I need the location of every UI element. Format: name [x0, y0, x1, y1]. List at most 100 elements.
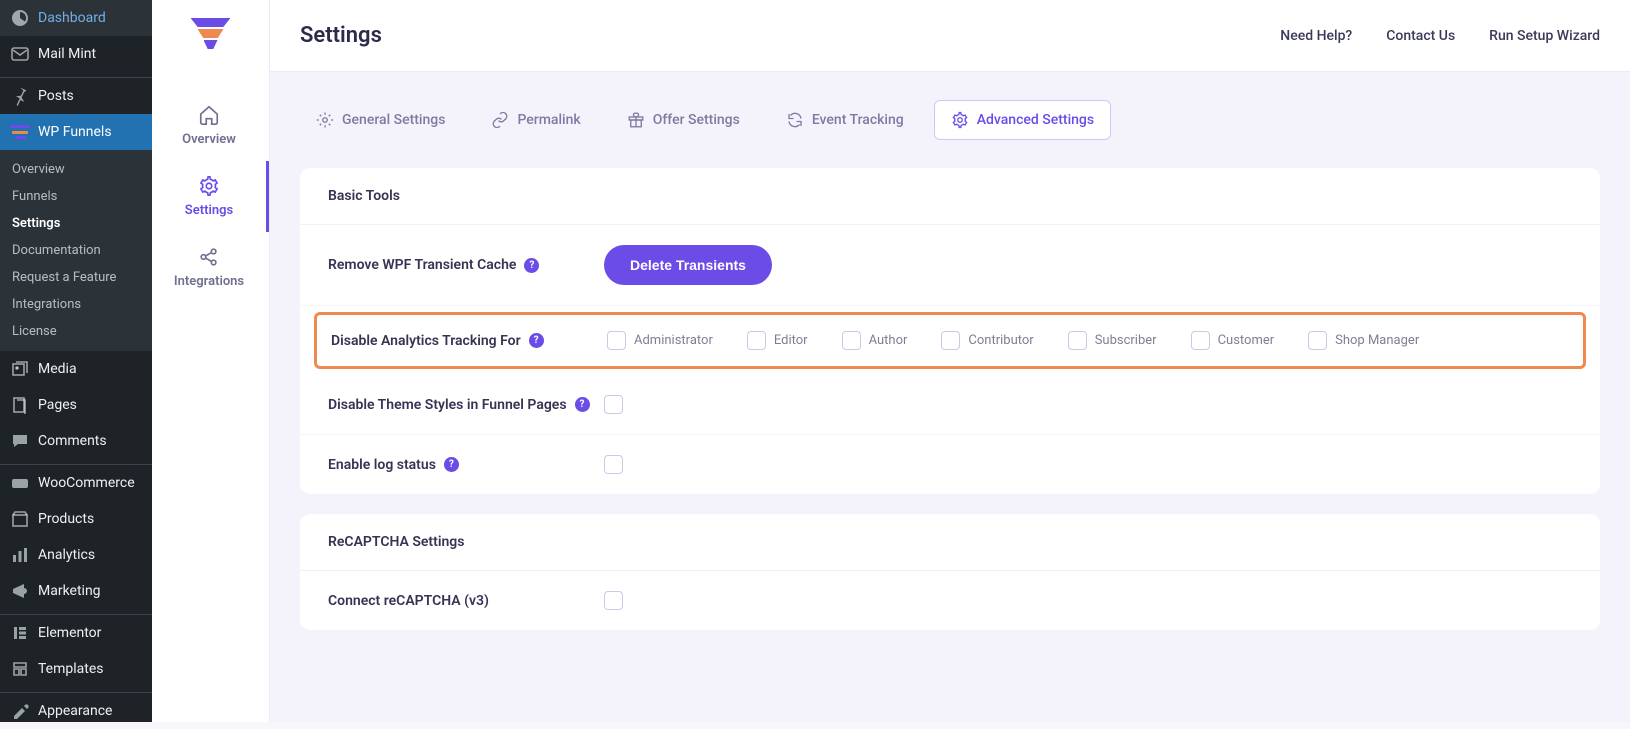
wp-menu-label: Dashboard — [38, 10, 106, 26]
role-checkbox-group: Administrator Editor Author Contributor … — [607, 331, 1419, 350]
wpf-nav-label: Settings — [185, 203, 233, 218]
wp-menu-dashboard[interactable]: Dashboard — [0, 0, 152, 36]
tab-general-settings[interactable]: General Settings — [300, 100, 461, 140]
submenu-settings[interactable]: Settings — [0, 210, 152, 237]
role-label: Administrator — [634, 333, 713, 348]
wp-menu-elementor[interactable]: Elementor — [0, 615, 152, 651]
wp-menu-label: Templates — [38, 661, 104, 677]
role-label: Subscriber — [1095, 333, 1157, 348]
tab-label: Offer Settings — [653, 112, 740, 128]
wp-menu-pages[interactable]: Pages — [0, 387, 152, 423]
gear-icon — [951, 111, 969, 129]
pages-icon — [10, 395, 30, 415]
submenu-overview[interactable]: Overview — [0, 156, 152, 183]
checkbox[interactable] — [747, 331, 766, 350]
checkbox[interactable] — [1308, 331, 1327, 350]
wp-menu-posts[interactable]: Posts — [0, 78, 152, 114]
elementor-icon — [10, 623, 30, 643]
wp-menu-label: Media — [38, 361, 77, 377]
role-option-customer[interactable]: Customer — [1191, 331, 1275, 350]
checkbox[interactable] — [842, 331, 861, 350]
wp-menu-mailmint[interactable]: Mail Mint — [0, 36, 152, 72]
wp-menu-label: Posts — [38, 88, 74, 104]
link-setup-wizard[interactable]: Run Setup Wizard — [1489, 28, 1600, 44]
delete-transients-button[interactable]: Delete Transients — [604, 245, 772, 285]
tab-offer-settings[interactable]: Offer Settings — [611, 100, 756, 140]
wpfunnels-icon — [10, 122, 30, 142]
wp-menu-label: Appearance — [38, 703, 112, 719]
tab-event-tracking[interactable]: Event Tracking — [770, 100, 920, 140]
wpf-nav-overview[interactable]: Overview — [152, 90, 269, 161]
submenu-documentation[interactable]: Documentation — [0, 237, 152, 264]
submenu-request-feature[interactable]: Request a Feature — [0, 264, 152, 291]
wpf-nav-label: Overview — [182, 132, 236, 147]
help-icon[interactable]: ? — [444, 457, 459, 472]
wp-menu-marketing[interactable]: Marketing — [0, 573, 152, 609]
mail-icon — [10, 44, 30, 64]
help-icon[interactable]: ? — [529, 333, 544, 348]
wpf-nav-integrations[interactable]: Integrations — [152, 232, 269, 303]
share-icon — [198, 246, 220, 268]
wp-menu-wpfunnels[interactable]: WP Funnels — [0, 114, 152, 150]
wp-menu-label: Analytics — [38, 547, 95, 563]
row-enable-log-status: Enable log status ? — [300, 435, 1600, 494]
role-option-editor[interactable]: Editor — [747, 331, 808, 350]
wp-menu-products[interactable]: Products — [0, 501, 152, 537]
wp-menu-woocommerce[interactable]: WooCommerce — [0, 465, 152, 501]
products-icon — [10, 509, 30, 529]
submenu-license[interactable]: License — [0, 318, 152, 345]
row-label-text: Remove WPF Transient Cache — [328, 257, 516, 273]
wp-menu-label: WooCommerce — [38, 475, 135, 491]
role-label: Shop Manager — [1335, 333, 1419, 348]
checkbox[interactable] — [604, 591, 623, 610]
wp-menu-label: WP Funnels — [38, 124, 112, 140]
wpfunnels-submenu: Overview Funnels Settings Documentation … — [0, 150, 152, 351]
checkbox[interactable] — [941, 331, 960, 350]
recaptcha-settings-card: ReCAPTCHA Settings Connect reCAPTCHA (v3… — [300, 514, 1600, 630]
wp-menu-media[interactable]: Media — [0, 351, 152, 387]
role-option-author[interactable]: Author — [842, 331, 908, 350]
analytics-icon — [10, 545, 30, 565]
wp-menu-label: Pages — [38, 397, 77, 413]
card-title: ReCAPTCHA Settings — [300, 514, 1600, 571]
basic-tools-card: Basic Tools Remove WPF Transient Cache ?… — [300, 168, 1600, 494]
row-remove-transient-cache: Remove WPF Transient Cache ? Delete Tran… — [300, 225, 1600, 306]
row-label-text: Disable Analytics Tracking For — [331, 333, 521, 349]
checkbox[interactable] — [604, 455, 623, 474]
wpf-nav-label: Integrations — [174, 274, 244, 289]
checkbox[interactable] — [1191, 331, 1210, 350]
marketing-icon — [10, 581, 30, 601]
comment-icon — [10, 431, 30, 451]
tab-advanced-settings[interactable]: Advanced Settings — [934, 100, 1111, 140]
checkbox[interactable] — [1068, 331, 1087, 350]
gift-icon — [627, 111, 645, 129]
role-option-subscriber[interactable]: Subscriber — [1068, 331, 1157, 350]
wp-menu-appearance[interactable]: Appearance — [0, 693, 152, 729]
help-icon[interactable]: ? — [575, 397, 590, 412]
wp-menu-label: Elementor — [38, 625, 101, 641]
top-links: Need Help? Contact Us Run Setup Wizard — [1280, 28, 1600, 44]
wp-menu-analytics[interactable]: Analytics — [0, 537, 152, 573]
role-option-contributor[interactable]: Contributor — [941, 331, 1033, 350]
wp-menu-templates[interactable]: Templates — [0, 651, 152, 687]
page-title: Settings — [300, 23, 382, 48]
wp-menu-label: Marketing — [38, 583, 101, 599]
pin-icon — [10, 86, 30, 106]
row-connect-recaptcha: Connect reCAPTCHA (v3) — [300, 571, 1600, 630]
sync-icon — [786, 111, 804, 129]
topbar: Settings Need Help? Contact Us Run Setup… — [270, 0, 1630, 72]
role-option-administrator[interactable]: Administrator — [607, 331, 713, 350]
wp-menu-comments[interactable]: Comments — [0, 423, 152, 459]
submenu-funnels[interactable]: Funnels — [0, 183, 152, 210]
wpf-nav-settings[interactable]: Settings — [152, 161, 269, 232]
tab-permalink[interactable]: Permalink — [475, 100, 596, 140]
checkbox[interactable] — [607, 331, 626, 350]
link-need-help[interactable]: Need Help? — [1280, 28, 1352, 44]
row-label-text: Connect reCAPTCHA (v3) — [328, 593, 489, 609]
help-icon[interactable]: ? — [524, 258, 539, 273]
checkbox[interactable] — [604, 395, 623, 414]
submenu-integrations[interactable]: Integrations — [0, 291, 152, 318]
role-option-shop-manager[interactable]: Shop Manager — [1308, 331, 1419, 350]
link-contact-us[interactable]: Contact Us — [1386, 28, 1455, 44]
wp-menu-label: Comments — [38, 433, 107, 449]
